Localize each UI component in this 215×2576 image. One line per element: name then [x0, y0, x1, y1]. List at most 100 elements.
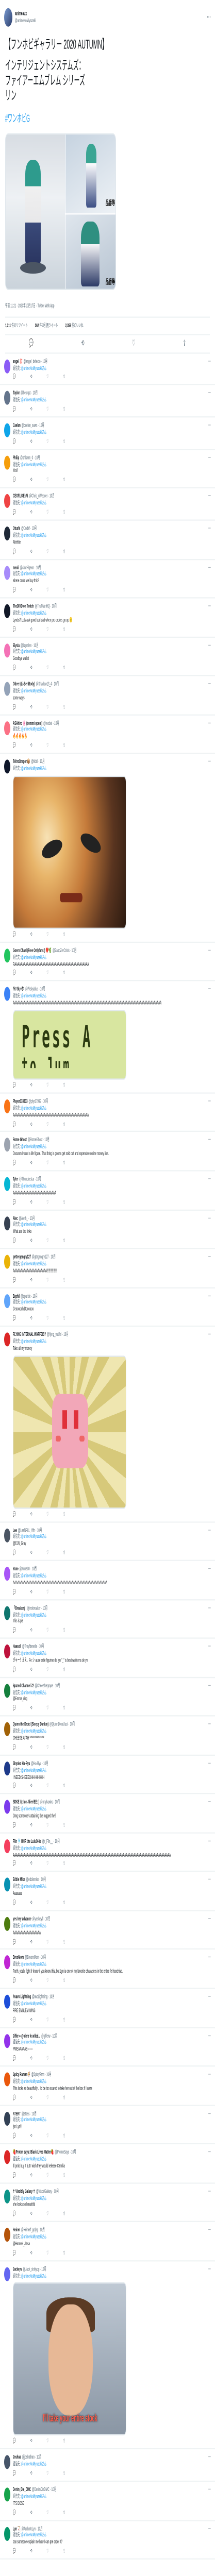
like-icon[interactable]: ♡: [46, 665, 48, 671]
retweet-icon[interactable]: ⟲: [30, 1977, 32, 1984]
reply-author-name[interactable]: TeltroDragon📦: [13, 759, 30, 765]
more-icon[interactable]: ⋯: [208, 1215, 211, 1223]
reply-icon[interactable]: 💬: [13, 1744, 16, 1751]
reply-avatar[interactable]: [4, 1645, 10, 1659]
reply-tweet[interactable]: ⋯ Pit Sky 🌤 @Pitskyblue · 10月 返信先: @animeNo…: [0, 981, 215, 1094]
share-icon[interactable]: ⇪: [63, 1160, 65, 1166]
reply-tweet[interactable]: ⋯ Tyler @Thunderstar · 10月 返信先: @animeNoMiy…: [0, 1171, 215, 1210]
more-icon[interactable]: ⋯: [208, 1176, 211, 1183]
like-icon[interactable]: ♡: [46, 406, 48, 413]
quote-count[interactable]: 262 件の引用ツイート: [35, 322, 58, 329]
like-icon[interactable]: ♡: [132, 338, 135, 348]
like-icon[interactable]: ♡: [46, 1705, 48, 1712]
retweet-icon[interactable]: ⟲: [30, 2249, 32, 2256]
more-icon[interactable]: ⋯: [208, 1955, 211, 1962]
reply-author-name[interactable]: Zephil: [13, 1293, 20, 1298]
reply-tweet[interactable]: ⋯ Spicy Ramen🍜 @SpicyRmn · 10月 返信先: @animeN…: [0, 2066, 215, 2106]
like-icon[interactable]: ♡: [46, 970, 48, 977]
reply-icon[interactable]: 💬: [29, 338, 34, 348]
reply-icon[interactable]: 💬: [13, 1628, 16, 1634]
reply-author-name[interactable]: Spicy Ramen🍜: [13, 2071, 30, 2077]
reply-author-name[interactable]: TheDIVD on Twitch: [13, 603, 34, 609]
more-icon[interactable]: ⋯: [208, 1760, 211, 1768]
share-icon[interactable]: ⇪: [63, 438, 65, 445]
share-icon[interactable]: ⇪: [63, 1199, 65, 1206]
retweet-icon[interactable]: ⟲: [30, 1822, 32, 1828]
reply-to-user-link[interactable]: @animeNoMiyazakiさん: [21, 1572, 46, 1578]
more-icon[interactable]: ⋯: [208, 720, 211, 727]
reply-author-handle[interactable]: @ProtonSays · 10月: [55, 2149, 76, 2155]
share-icon[interactable]: ⇪: [63, 1939, 65, 1945]
reply-author-name[interactable]: Philip: [13, 454, 19, 460]
retweet-icon[interactable]: ⟲: [30, 438, 32, 445]
retweet-icon[interactable]: ⟲: [30, 2094, 32, 2101]
reply-icon[interactable]: 💬: [13, 1511, 16, 1517]
share-icon[interactable]: ⇪: [63, 406, 65, 413]
reply-author-handle[interactable]: @BroomMom · 10月: [25, 1955, 46, 1960]
reply-icon[interactable]: 💬: [13, 742, 16, 749]
reply-tweet[interactable]: ⋯ 🍓Proton says: Black Lives Matter🍓 @Proto…: [0, 2144, 215, 2183]
reply-icon[interactable]: 💬: [13, 2249, 16, 2256]
share-icon[interactable]: ⇪: [63, 1121, 65, 1128]
reply-author-name[interactable]: Haesoli: [13, 1643, 21, 1649]
reply-to-user-link[interactable]: @animeNoMiyazakiさん: [21, 610, 46, 616]
reply-to-user-link[interactable]: @animeNoMiyazakiさん: [21, 2273, 46, 2278]
retweet-icon[interactable]: ⟲: [30, 477, 32, 484]
reply-author-handle[interactable]: @joshtdhan · 10月: [22, 2454, 42, 2460]
like-icon[interactable]: ♡: [46, 2094, 48, 2101]
retweet-icon[interactable]: ⟲: [30, 1628, 32, 1634]
reply-avatar[interactable]: [4, 423, 10, 437]
reply-avatar[interactable]: [4, 1800, 10, 1815]
author-handle[interactable]: @animeNoMiyazaki: [15, 18, 36, 25]
reply-to-user-link[interactable]: @animeNoMiyazakiさん: [21, 726, 46, 732]
reply-icon[interactable]: 💬: [13, 626, 16, 633]
more-icon[interactable]: ⋯: [208, 1605, 211, 1613]
reply-to-user-link[interactable]: @animeNoMiyazakiさん: [21, 1650, 46, 1656]
reply-avatar[interactable]: [4, 391, 10, 405]
reply-avatar[interactable]: [4, 948, 10, 962]
reply-author-name[interactable]: gettergengry127: [13, 1253, 31, 1259]
like-icon[interactable]: ♡: [46, 2172, 48, 2179]
more-icon[interactable]: ⋯: [208, 759, 211, 767]
more-icon[interactable]: ⋯: [208, 358, 211, 366]
share-icon[interactable]: ⇪: [63, 2094, 65, 2101]
reply-avatar[interactable]: [4, 2072, 10, 2087]
more-icon[interactable]: ⋯: [208, 2110, 211, 2118]
share-icon[interactable]: ⇪: [63, 2055, 65, 2062]
more-icon[interactable]: ⋯: [208, 2071, 211, 2079]
reply-avatar[interactable]: [4, 455, 10, 470]
reply-to-user-link[interactable]: @animeNoMiyazakiさん: [21, 1923, 46, 1928]
like-icon[interactable]: ♡: [46, 2016, 48, 2023]
reply-icon[interactable]: 💬: [13, 1939, 16, 1945]
reply-to-user-link[interactable]: @animeNoMiyazakiさん: [21, 2039, 46, 2045]
reply-to-user-link[interactable]: @animeNoMiyazakiさん: [21, 1144, 46, 1149]
share-icon[interactable]: ⇪: [63, 587, 65, 594]
like-icon[interactable]: ♡: [46, 1160, 48, 1166]
retweet-icon[interactable]: ⟲: [30, 2470, 32, 2477]
reply-media-image[interactable]: [13, 775, 126, 929]
reply-icon[interactable]: 💬: [13, 1238, 16, 1244]
reply-avatar[interactable]: [4, 2487, 10, 2502]
more-icon[interactable]: ⋯: [208, 1916, 211, 1924]
reply-author-handle[interactable]: @Troyfbenelis · 10月: [22, 1643, 44, 1649]
like-icon[interactable]: ♡: [46, 1588, 48, 1595]
reply-tweet[interactable]: ⋯ Rome Ghost @RomeGhost · 10月 返信先: @animeNo…: [0, 1132, 215, 1172]
reply-tweet[interactable]: ⋯ Quinn the Droid (Sleepy Dankin) @QuinnDr…: [0, 1717, 215, 1756]
reply-tweet[interactable]: ⋯ Yune @Yune00 · 10月 返信先: @animeNoMiyazakiさ…: [0, 1561, 215, 1600]
reply-to-user-link[interactable]: @animeNoMiyazakiさん: [21, 461, 46, 467]
retweet-icon[interactable]: ⟲: [30, 1783, 32, 1790]
media-photo[interactable]: 品番等: [65, 134, 115, 213]
reply-author-handle[interactable]: @hexrqst · 10月: [21, 390, 38, 396]
reply-icon[interactable]: 💬: [13, 587, 16, 594]
share-icon[interactable]: ⇪: [63, 509, 65, 516]
reply-tweet[interactable]: ⋯ SDKE \ (: luc Jiliee\EE: ) @nnyhawks · 1…: [0, 1794, 215, 1834]
retweet-icon[interactable]: ⟲: [30, 704, 32, 710]
reply-avatar[interactable]: [4, 1956, 10, 1970]
reply-avatar[interactable]: [4, 1216, 10, 1230]
retweet-icon[interactable]: ⟲: [30, 2055, 32, 2062]
like-icon[interactable]: ♡: [46, 2509, 48, 2516]
reply-author-name[interactable]: Eddie Mike: [13, 1877, 25, 1883]
reply-icon[interactable]: 💬: [13, 2509, 16, 2516]
reply-to-user-link[interactable]: @animeNoMiyazakiさん: [21, 1612, 46, 1617]
reply-avatar[interactable]: [4, 2455, 10, 2470]
